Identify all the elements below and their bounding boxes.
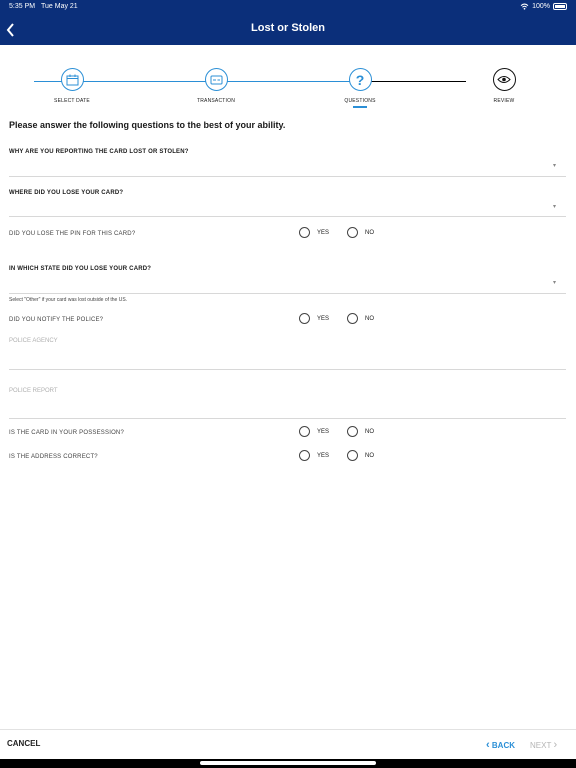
- status-bar: 5:35 PM Tue May 21 100%: [0, 3, 576, 13]
- radio-button[interactable]: [347, 313, 359, 324]
- radio-button[interactable]: [347, 426, 359, 437]
- app-header: 5:35 PM Tue May 21 100% Lost or Stolen: [0, 0, 576, 45]
- divider: [9, 176, 566, 177]
- question-address: IS THE ADDRESS CORRECT?: [9, 454, 98, 460]
- status-time: 5:35 PM: [9, 3, 36, 10]
- where-dropdown[interactable]: ▾: [9, 199, 566, 217]
- divider: [9, 216, 566, 217]
- step-select-date: SELECT DATE: [37, 68, 107, 104]
- calendar-icon: [66, 74, 78, 85]
- divider: [9, 369, 566, 370]
- radio-button[interactable]: [299, 450, 310, 461]
- home-indicator-area: [0, 759, 576, 768]
- battery-percent: 100%: [532, 3, 550, 10]
- step-label: REVIEW: [493, 98, 515, 104]
- police-report-field[interactable]: POLICE REPORT: [9, 386, 566, 418]
- back-label: BACK: [491, 741, 516, 750]
- status-date: Tue May 21: [41, 3, 78, 10]
- state-hint: Select "Other" if your card was lost out…: [9, 297, 128, 303]
- chevron-down-icon: ▾: [552, 280, 556, 286]
- question-possession: IS THE CARD IN YOUR POSSESSION?: [9, 430, 125, 436]
- no-label: NO: [365, 452, 375, 459]
- home-indicator[interactable]: [200, 761, 376, 765]
- chevron-down-icon: ▾: [552, 204, 556, 210]
- radio-button[interactable]: [299, 313, 310, 324]
- possession-yes-option[interactable]: YES: [299, 426, 329, 437]
- no-label: NO: [365, 229, 375, 236]
- step-label: TRANSACTION: [196, 98, 236, 104]
- question-icon: ?: [355, 71, 365, 88]
- credit-card-icon: [210, 75, 222, 84]
- police-agency-field[interactable]: POLICE AGENCY: [9, 336, 566, 369]
- next-label: NEXT: [530, 741, 552, 750]
- back-button[interactable]: ‹ BACK: [486, 739, 515, 751]
- page-title: Lost or Stolen: [251, 22, 325, 34]
- step-review: REVIEW: [469, 68, 539, 104]
- yes-label: YES: [317, 229, 330, 236]
- chevron-right-icon: ›: [553, 739, 558, 751]
- address-no-option[interactable]: NO: [347, 450, 374, 461]
- address-yes-option[interactable]: YES: [299, 450, 329, 461]
- police-yes-option[interactable]: YES: [299, 313, 329, 324]
- step-label: QUESTIONS: [344, 98, 376, 104]
- radio-button[interactable]: [299, 227, 310, 238]
- step-questions: ? QUESTIONS: [325, 68, 395, 108]
- divider: [9, 293, 566, 294]
- cancel-button[interactable]: CANCEL: [7, 739, 40, 748]
- status-right: 100%: [520, 3, 567, 10]
- eye-icon: [497, 76, 511, 83]
- battery-icon: [553, 3, 567, 10]
- progress-stepper: SELECT DATE TRANSACTION ? QUESTIONS REVI…: [0, 68, 576, 108]
- pin-radio-group: YES NO: [299, 227, 392, 238]
- possession-radio-group: YES NO: [299, 426, 392, 437]
- police-no-option[interactable]: NO: [347, 313, 374, 324]
- radio-button[interactable]: [347, 450, 359, 461]
- next-button[interactable]: NEXT ›: [530, 739, 557, 751]
- address-radio-group: YES NO: [299, 450, 392, 461]
- yes-label: YES: [317, 452, 330, 459]
- pin-yes-option[interactable]: YES: [299, 227, 329, 238]
- chevron-down-icon: ▾: [552, 163, 556, 169]
- question-police: DID YOU NOTIFY THE POLICE?: [9, 317, 104, 323]
- step-transaction: TRANSACTION: [181, 68, 251, 104]
- reason-dropdown[interactable]: ▾: [9, 158, 566, 176]
- active-step-indicator: [353, 106, 367, 108]
- radio-button[interactable]: [347, 227, 359, 238]
- police-report-placeholder: POLICE REPORT: [9, 388, 58, 394]
- no-label: NO: [365, 428, 375, 435]
- chevron-left-icon: ‹: [486, 739, 490, 751]
- radio-button[interactable]: [299, 426, 310, 437]
- wifi-icon: [520, 3, 529, 10]
- form-intro: Please answer the following questions to…: [9, 120, 286, 130]
- yes-label: YES: [317, 315, 330, 322]
- pin-no-option[interactable]: NO: [347, 227, 374, 238]
- question-where: WHERE DID YOU LOSE YOUR CARD?: [9, 190, 124, 196]
- question-pin: DID YOU LOSE THE PIN FOR THIS CARD?: [9, 231, 136, 237]
- no-label: NO: [365, 315, 375, 322]
- state-dropdown[interactable]: ▾: [9, 275, 566, 293]
- police-agency-placeholder: POLICE AGENCY: [9, 338, 58, 344]
- question-reason: WHY ARE YOU REPORTING THE CARD LOST OR S…: [9, 149, 189, 155]
- yes-label: YES: [317, 428, 330, 435]
- police-radio-group: YES NO: [299, 313, 392, 324]
- question-state: IN WHICH STATE DID YOU LOSE YOUR CARD?: [9, 266, 152, 272]
- possession-no-option[interactable]: NO: [347, 426, 374, 437]
- divider: [9, 418, 566, 419]
- step-label: SELECT DATE: [54, 98, 90, 104]
- footer-bar: CANCEL ‹ BACK NEXT ›: [0, 729, 576, 759]
